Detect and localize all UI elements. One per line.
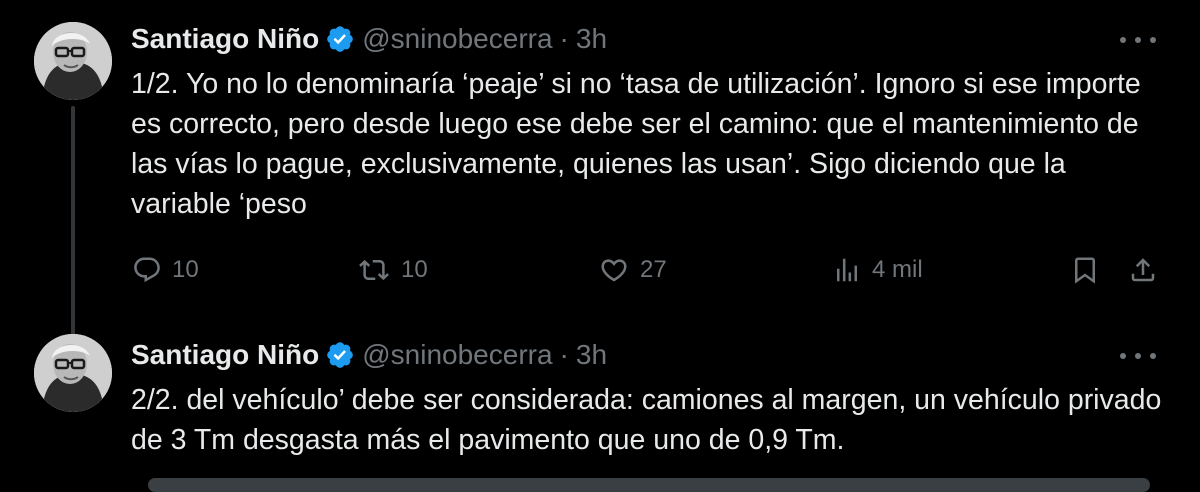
author-name[interactable]: Santiago Niño — [131, 22, 319, 56]
tweet-timestamp[interactable]: 3h — [576, 22, 607, 56]
tweet-text: 1/2. Yo no lo denominaría ‘peaje’ si no … — [131, 68, 1141, 220]
avatar-image — [34, 22, 112, 100]
reply-count: 10 — [172, 256, 199, 283]
more-icon[interactable] — [1120, 346, 1156, 366]
like-count: 27 — [640, 256, 667, 283]
avatar-image — [34, 334, 112, 412]
reply-button[interactable]: 10 — [132, 248, 199, 292]
verified-badge-icon[interactable] — [325, 340, 355, 370]
tweet-timestamp[interactable]: 3h — [576, 338, 607, 372]
avatar[interactable] — [34, 22, 112, 100]
author-name[interactable]: Santiago Niño — [131, 338, 319, 372]
views-icon — [832, 255, 862, 285]
like-button[interactable]: 27 — [598, 248, 667, 292]
retweet-button[interactable]: 10 — [357, 248, 428, 292]
reply-icon — [132, 255, 162, 285]
tweet-2[interactable]: Santiago Niño @sninobecerra · 3h 2/2. de… — [0, 318, 1200, 487]
thread-connector-line — [71, 106, 75, 338]
share-button[interactable] — [1128, 248, 1158, 292]
share-icon — [1128, 255, 1158, 285]
heart-icon — [598, 255, 630, 285]
retweet-count: 10 — [401, 256, 428, 283]
tweet-actions: 10 10 27 4 mil — [0, 248, 1200, 292]
tweet-text: 2/2. del vehículo’ debe ser considerada:… — [131, 384, 1162, 456]
separator-dot: · — [559, 339, 569, 370]
more-icon[interactable] — [1120, 30, 1156, 50]
author-handle[interactable]: @sninobecerra — [362, 22, 552, 56]
views-count: 4 mil — [872, 256, 923, 283]
bookmark-button[interactable] — [1070, 248, 1100, 292]
separator-dot: · — [559, 23, 569, 54]
tweet-1[interactable]: Santiago Niño @sninobecerra · 3h 1/2. Yo… — [0, 0, 1200, 338]
views-button[interactable]: 4 mil — [832, 248, 923, 292]
author-handle[interactable]: @sninobecerra — [362, 338, 552, 372]
retweet-icon — [357, 255, 391, 285]
avatar[interactable] — [34, 334, 112, 412]
tweet-header: Santiago Niño @sninobecerra · 3h — [131, 338, 607, 372]
media-card-edge[interactable] — [148, 478, 1150, 492]
tweet-header: Santiago Niño @sninobecerra · 3h — [131, 22, 607, 56]
bookmark-icon — [1070, 255, 1100, 285]
verified-badge-icon[interactable] — [325, 24, 355, 54]
